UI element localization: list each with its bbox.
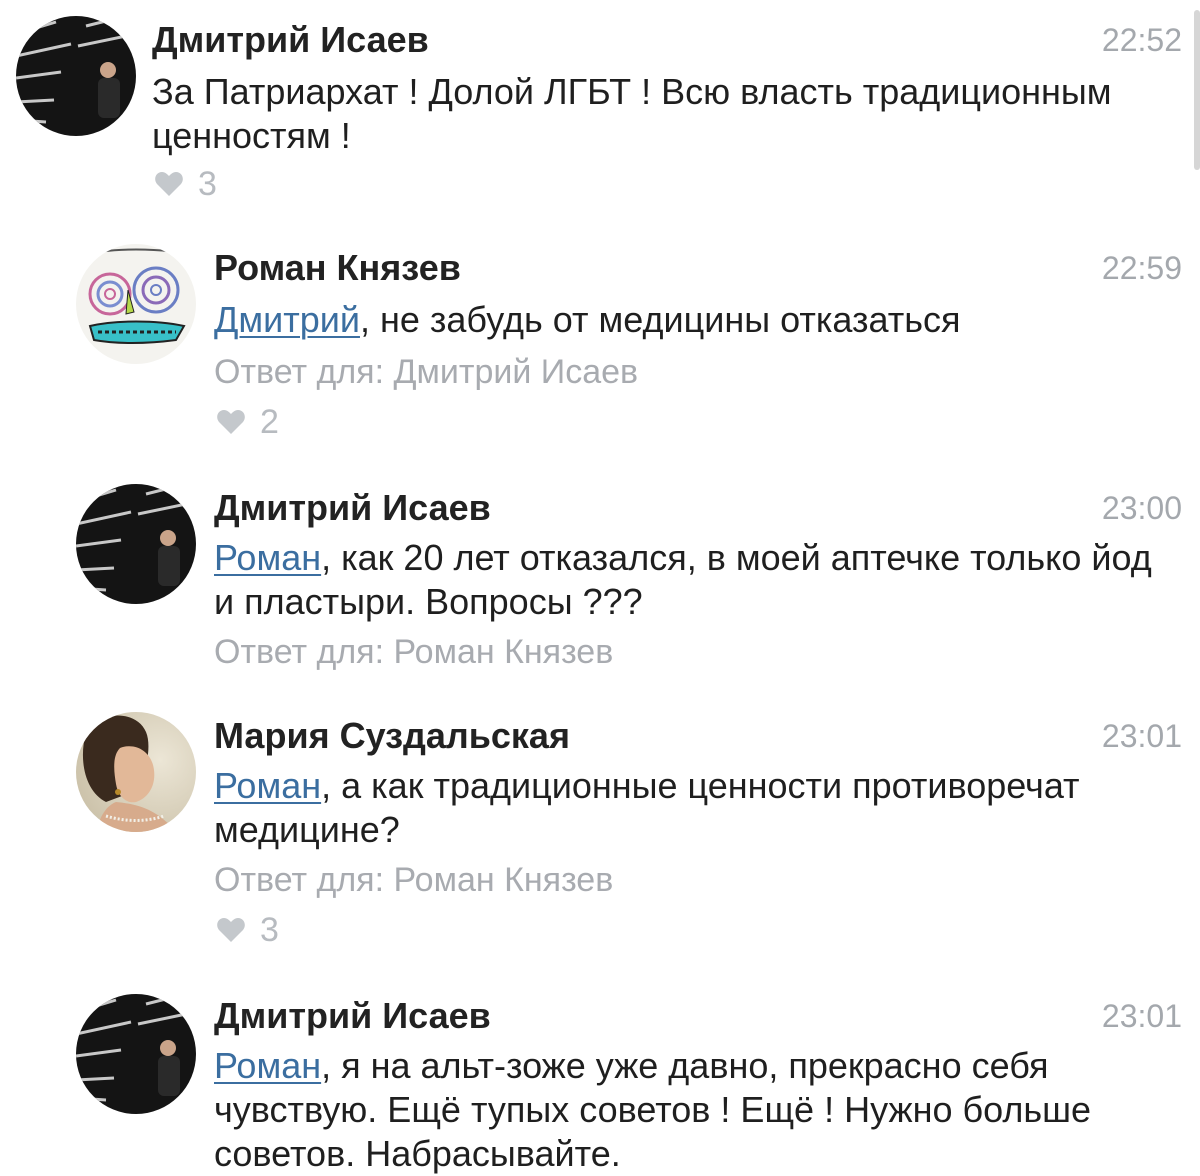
comment-item: Дмитрий Исаев 23:01 Роман, я на альт-зож…: [0, 980, 1200, 1174]
heart-icon: [155, 172, 183, 196]
dmitry-avatar-image: [16, 16, 136, 136]
reply-to-label[interactable]: Ответ для: Роман Князев: [214, 630, 613, 674]
comment-author[interactable]: Роман Князев: [214, 246, 461, 290]
comment-text: Дмитрий, не забудь от медицины отказатьс…: [214, 298, 1174, 342]
like-count: 2: [260, 403, 279, 441]
comment-time: 23:01: [1101, 998, 1182, 1034]
comment-text-body: , как 20 лет отказался, в моей аптечке т…: [214, 537, 1152, 622]
reply-to-label[interactable]: Ответ для: Дмитрий Исаев: [214, 350, 638, 394]
like-count: 3: [260, 911, 279, 949]
comment-text: Роман, как 20 лет отказался, в моей апте…: [214, 536, 1154, 624]
comment-author[interactable]: Дмитрий Исаев: [152, 18, 429, 62]
comment-text: Роман, а как традиционные ценности проти…: [214, 764, 1154, 852]
comment-author[interactable]: Мария Суздальская: [214, 714, 570, 758]
avatar[interactable]: [76, 994, 196, 1114]
dmitry-avatar-image: [76, 994, 196, 1114]
comment-item: Роман Князев 22:59 Дмитрий, не забудь от…: [0, 220, 1200, 470]
comment-item: Дмитрий Исаев 23:00 Роман, как 20 лет от…: [0, 470, 1200, 700]
maria-avatar-image: [76, 712, 196, 832]
comment-author[interactable]: Дмитрий Исаев: [214, 994, 491, 1038]
mention-link[interactable]: Роман: [214, 537, 321, 578]
like-button[interactable]: 3: [154, 162, 217, 206]
like-count: 3: [198, 165, 217, 203]
comment-item: Дмитрий Исаев 22:52 За Патриархат ! Доло…: [0, 0, 1200, 220]
comment-time: 22:52: [1101, 22, 1182, 58]
heart-icon: [217, 410, 245, 434]
comment-text-body: , я на альт-зоже уже давно, прекрасно се…: [214, 1045, 1091, 1174]
comment-time: 22:59: [1101, 250, 1182, 286]
mention-link[interactable]: Дмитрий: [214, 299, 360, 340]
comment-text-body: , а как традиционные ценности противореч…: [214, 765, 1080, 850]
comment-text-body: , не забудь от медицины отказаться: [359, 299, 961, 340]
comment-item: Мария Суздальская 23:01 Роман, а как тра…: [0, 700, 1200, 970]
mention-link[interactable]: Роман: [214, 765, 321, 806]
comment-text: Роман, я на альт-зоже уже давно, прекрас…: [214, 1044, 1154, 1176]
heart-icon: [217, 918, 245, 942]
reply-to-label[interactable]: Ответ для: Роман Князев: [214, 858, 613, 902]
comment-time: 23:00: [1101, 490, 1182, 526]
avatar[interactable]: [76, 712, 196, 832]
like-button[interactable]: 3: [216, 908, 279, 952]
comment-time: 23:01: [1101, 718, 1182, 754]
dmitry-avatar-image: [76, 484, 196, 604]
like-button[interactable]: 2: [216, 400, 279, 444]
roman-avatar-image: [76, 244, 196, 364]
comment-text: За Патриархат ! Долой ЛГБТ ! Всю власть …: [152, 70, 1112, 158]
avatar[interactable]: [16, 16, 136, 136]
avatar[interactable]: [76, 244, 196, 364]
avatar[interactable]: [76, 484, 196, 604]
comment-author[interactable]: Дмитрий Исаев: [214, 486, 491, 530]
comment-text-body: За Патриархат ! Долой ЛГБТ ! Всю власть …: [152, 71, 1112, 156]
mention-link[interactable]: Роман: [214, 1045, 321, 1086]
